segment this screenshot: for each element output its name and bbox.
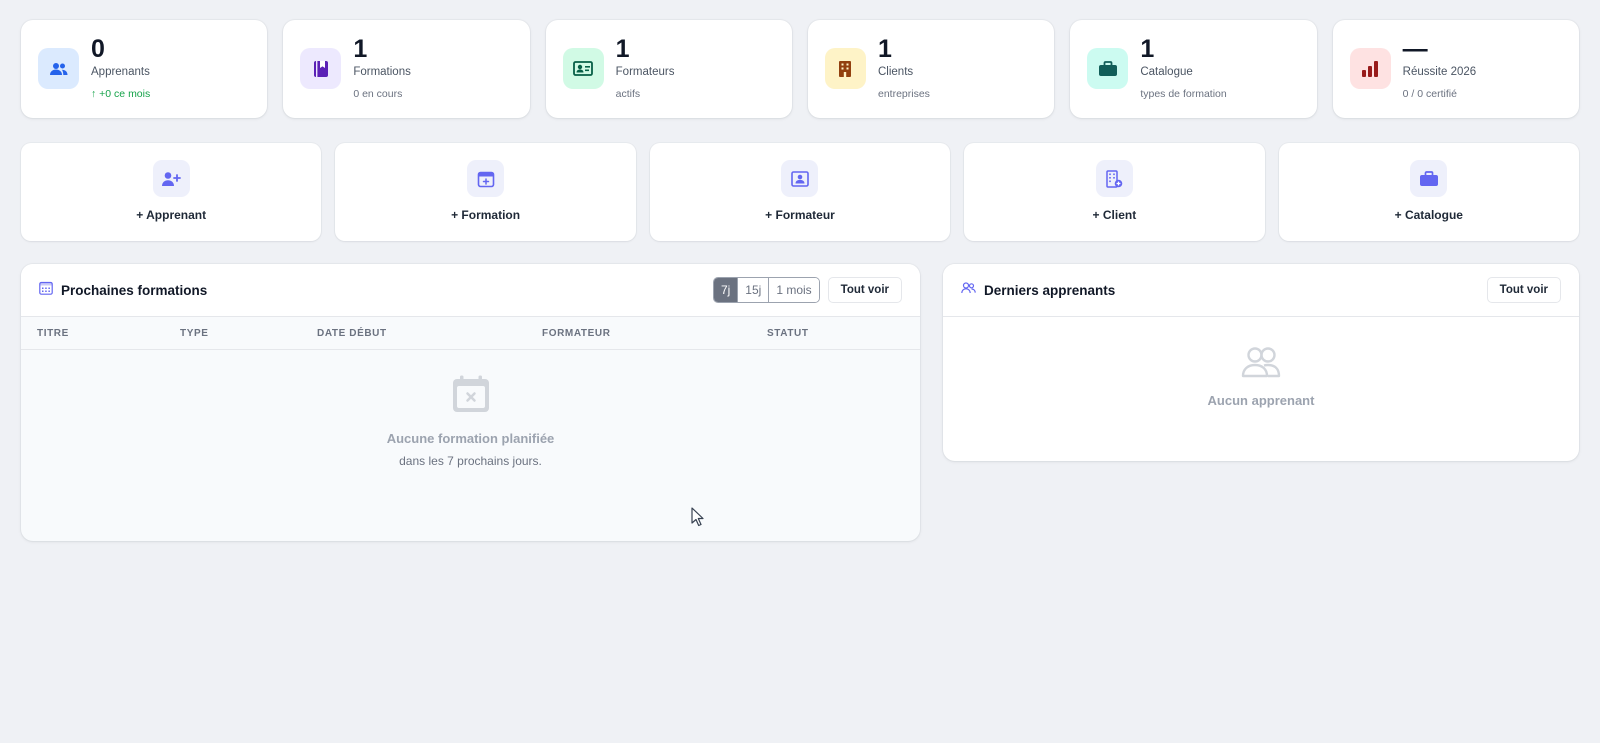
stat-sub: ↑ +0 ce mois xyxy=(91,88,151,100)
id-card-icon xyxy=(781,160,819,197)
stat-sub: 0 / 0 certifié xyxy=(1402,88,1457,100)
range-selector: 7j 15j 1 mois xyxy=(712,277,820,303)
panel-title: Derniers apprenants xyxy=(984,282,1116,298)
column-header-date-debut[interactable]: DATE DÉBUT xyxy=(317,317,387,350)
column-header-titre[interactable]: TITRE xyxy=(37,317,69,350)
stat-sub: 0 en cours xyxy=(353,88,403,100)
upcoming-trainings-panel: Prochaines formations 7j 15j 1 mois Tout… xyxy=(21,264,920,541)
table-header: TITRE TYPE DATE DÉBUT FORMATEUR STATUT xyxy=(21,317,920,350)
book-icon xyxy=(300,48,342,89)
calendar-x-icon xyxy=(451,375,491,418)
users-icon xyxy=(961,281,976,299)
stat-sub: entreprises xyxy=(877,88,930,100)
stats-row: 0 Apprenants ↑ +0 ce mois 1 Formations 0… xyxy=(21,20,1579,118)
range-1-mois-button[interactable]: 1 mois xyxy=(769,278,819,302)
see-all-trainings-button[interactable]: Tout voir xyxy=(827,277,902,303)
range-7j-button[interactable]: 7j xyxy=(713,278,739,302)
empty-title: Aucune formation planifiée xyxy=(386,431,555,446)
add-catalogue-button[interactable]: + Catalogue xyxy=(1278,143,1579,241)
empty-subtitle: dans les 7 prochains jours. xyxy=(399,454,542,468)
action-label: + Client xyxy=(1092,208,1137,222)
action-label: + Formation xyxy=(451,208,521,222)
stat-sub: actifs xyxy=(615,88,641,100)
add-formateur-button[interactable]: + Formateur xyxy=(649,143,951,241)
column-header-type[interactable]: TYPE xyxy=(180,317,209,350)
building-plus-icon xyxy=(1095,160,1133,197)
calendar-plus-icon xyxy=(467,160,505,197)
stat-label: Formations xyxy=(353,66,411,78)
add-formation-button[interactable]: + Formation xyxy=(335,143,636,241)
action-label: + Catalogue xyxy=(1394,208,1463,222)
stat-value: 0 xyxy=(91,35,105,63)
stat-label: Apprenants xyxy=(91,66,150,78)
stat-card-formateurs[interactable]: 1 Formateurs actifs xyxy=(545,20,792,118)
stat-value: 1 xyxy=(615,35,630,63)
panel-header: Derniers apprenants Tout voir xyxy=(943,264,1579,317)
panel-title: Prochaines formations xyxy=(61,282,208,298)
stat-value: — xyxy=(1402,35,1428,63)
stat-label: Clients xyxy=(877,66,914,78)
stat-value: 1 xyxy=(1140,35,1155,63)
stat-value: 1 xyxy=(353,35,368,63)
stat-value: 1 xyxy=(877,35,892,63)
stat-label: Réussite 2026 xyxy=(1402,66,1477,78)
panel-header: Prochaines formations 7j 15j 1 mois Tout… xyxy=(21,264,920,317)
see-all-learners-button[interactable]: Tout voir xyxy=(1486,277,1561,303)
recent-learners-panel: Derniers apprenants Tout voir Aucun appr… xyxy=(943,264,1579,461)
mouse-cursor-icon xyxy=(691,507,705,532)
bar-chart-icon xyxy=(1349,48,1391,89)
empty-state: Aucune formation planifiée dans les 7 pr… xyxy=(21,374,920,468)
briefcase-icon xyxy=(1410,160,1448,197)
users-outline-icon xyxy=(1241,347,1281,382)
stat-card-catalogue[interactable]: 1 Catalogue types de formation xyxy=(1070,20,1317,118)
column-header-statut[interactable]: STATUT xyxy=(767,317,809,350)
stat-card-formations[interactable]: 1 Formations 0 en cours xyxy=(283,20,530,118)
stat-sub: types de formation xyxy=(1140,88,1227,100)
add-client-button[interactable]: + Client xyxy=(964,143,1265,241)
briefcase-icon xyxy=(1087,48,1129,89)
id-card-icon xyxy=(562,48,604,89)
action-label: + Formateur xyxy=(765,208,835,222)
stat-card-clients[interactable]: 1 Clients entreprises xyxy=(807,20,1055,118)
column-header-formateur[interactable]: FORMATEUR xyxy=(542,317,611,350)
stat-label: Formateurs xyxy=(615,66,675,78)
calendar-icon xyxy=(39,281,53,300)
building-icon xyxy=(824,48,866,89)
user-plus-icon xyxy=(152,160,190,197)
users-icon xyxy=(38,48,79,89)
quick-actions: + Apprenant + Formation + Formateur + Cl… xyxy=(21,143,1579,241)
stat-card-reussite[interactable]: — Réussite 2026 0 / 0 certifié xyxy=(1332,20,1579,118)
empty-state: Aucun apprenant xyxy=(943,346,1579,408)
stat-label: Catalogue xyxy=(1140,66,1193,78)
action-label: + Apprenant xyxy=(136,208,207,222)
stat-card-apprenants[interactable]: 0 Apprenants ↑ +0 ce mois xyxy=(21,20,268,118)
empty-title: Aucun apprenant xyxy=(1207,393,1315,408)
range-15j-button[interactable]: 15j xyxy=(738,278,770,302)
add-apprenant-button[interactable]: + Apprenant xyxy=(21,143,322,241)
